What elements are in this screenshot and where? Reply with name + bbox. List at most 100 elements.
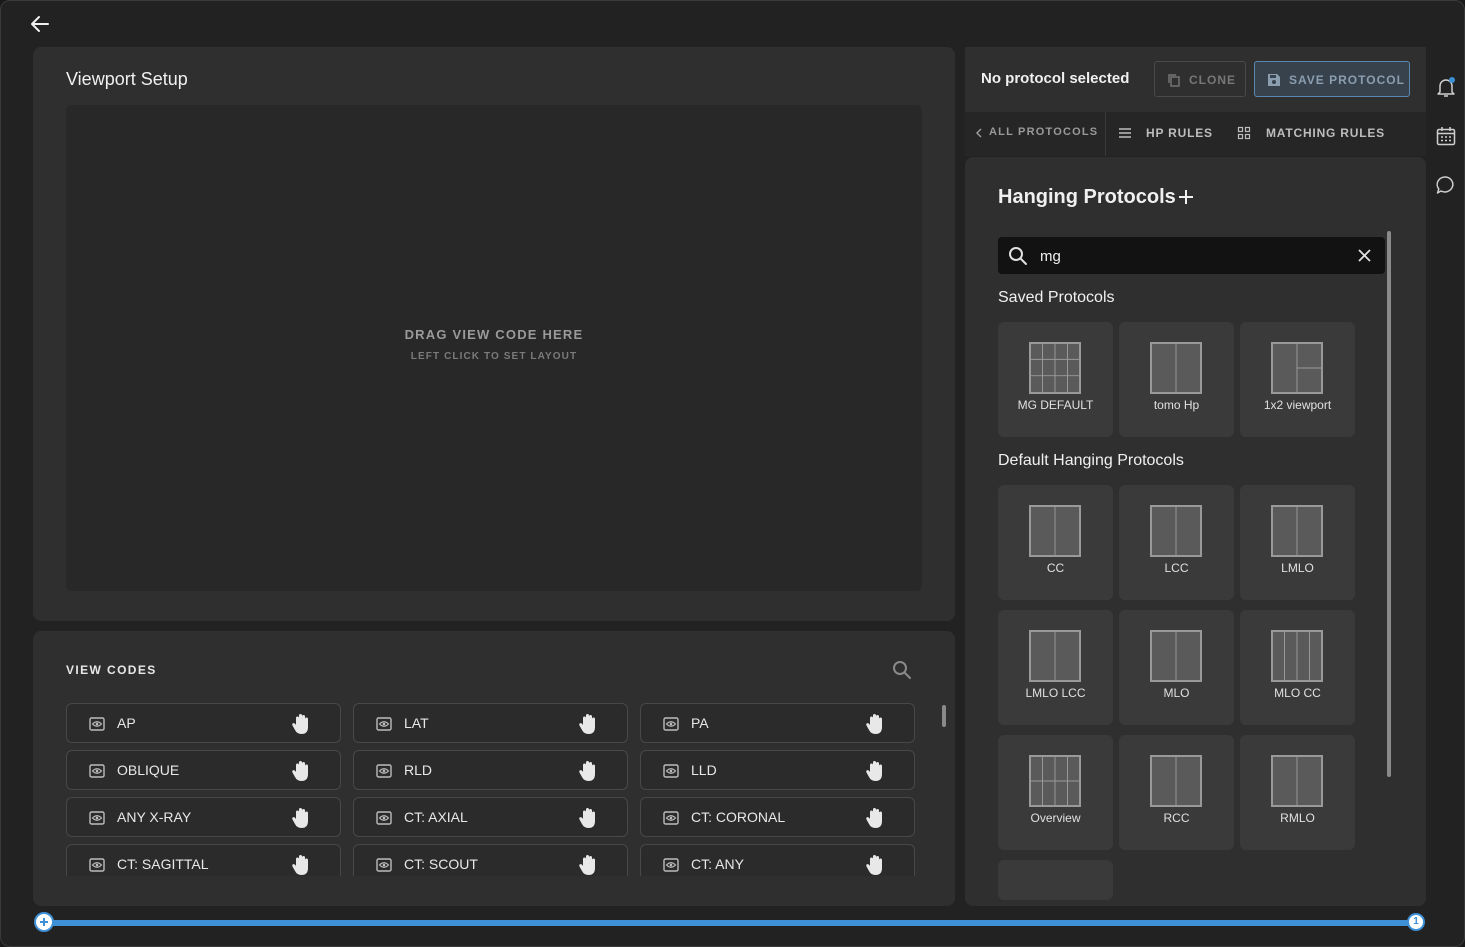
copy-icon bbox=[1168, 74, 1180, 87]
clone-button[interactable]: CLONE bbox=[1154, 61, 1246, 97]
app-window: Viewport Setup DRAG VIEW CODE HERE LEFT … bbox=[0, 0, 1465, 947]
protocol-card[interactable]: CC bbox=[998, 485, 1113, 600]
view-code-label: RLD bbox=[404, 762, 433, 778]
eye-icon bbox=[663, 858, 679, 872]
view-code-item[interactable]: CT: SCOUT bbox=[353, 844, 628, 876]
save-protocol-button[interactable]: SAVE PROTOCOL bbox=[1254, 61, 1410, 97]
eye-icon bbox=[663, 717, 679, 731]
protocol-card[interactable]: RCC bbox=[1119, 735, 1234, 850]
protocol-card[interactable]: LCC bbox=[1119, 485, 1234, 600]
protocol-name: LMLO bbox=[1281, 561, 1314, 575]
hand-icon[interactable] bbox=[290, 806, 312, 830]
view-code-item[interactable]: LLD bbox=[640, 750, 915, 790]
scrollbar[interactable] bbox=[1387, 231, 1391, 777]
protocol-card[interactable]: LMLO bbox=[1240, 485, 1355, 600]
protocol-card[interactable]: LMLO LCC bbox=[998, 610, 1113, 725]
eye-icon bbox=[376, 858, 392, 872]
eye-icon bbox=[89, 811, 105, 825]
view-code-item[interactable]: OBLIQUE bbox=[66, 750, 341, 790]
hand-icon[interactable] bbox=[290, 853, 312, 876]
tab-matching-rules[interactable]: MATCHING RULES bbox=[1231, 112, 1426, 156]
tab-all-protocols[interactable]: ALL PROTOCOLS bbox=[965, 112, 1106, 156]
layout-thumbnail-icon bbox=[1029, 630, 1081, 682]
hand-icon[interactable] bbox=[577, 759, 599, 783]
chat-icon[interactable] bbox=[1435, 174, 1457, 196]
layout-thumbnail-icon bbox=[1029, 505, 1081, 557]
viewport-setup-panel: Viewport Setup DRAG VIEW CODE HERE LEFT … bbox=[33, 47, 955, 621]
grid-icon bbox=[1237, 126, 1251, 140]
view-code-item[interactable]: CT: CORONAL bbox=[640, 797, 915, 837]
view-code-item[interactable]: LAT bbox=[353, 703, 628, 743]
timeline-slider-track[interactable] bbox=[45, 920, 1416, 926]
view-code-item[interactable]: ANY X-RAY bbox=[66, 797, 341, 837]
layout-thumbnail-icon bbox=[1150, 755, 1202, 807]
protocol-card[interactable]: tomo Hp bbox=[1119, 322, 1234, 437]
view-code-label: OBLIQUE bbox=[117, 762, 180, 778]
protocol-card[interactable] bbox=[998, 860, 1113, 900]
protocol-name: MLO CC bbox=[1274, 686, 1321, 700]
tab-label: ALL PROTOCOLS bbox=[989, 126, 1099, 138]
view-code-item[interactable]: PA bbox=[640, 703, 915, 743]
search-input[interactable] bbox=[1038, 243, 1342, 269]
close-icon[interactable] bbox=[1358, 249, 1371, 262]
protocol-name: LMLO LCC bbox=[1025, 686, 1086, 700]
view-code-item[interactable]: RLD bbox=[353, 750, 628, 790]
panel-title: Viewport Setup bbox=[66, 69, 188, 89]
protocol-name: MLO bbox=[1163, 686, 1190, 700]
protocol-card[interactable]: 1x2 viewport bbox=[1240, 322, 1355, 437]
eye-icon bbox=[376, 764, 392, 778]
protocol-name: Overview bbox=[1030, 811, 1081, 825]
layout-thumbnail-icon bbox=[1150, 630, 1202, 682]
view-code-item[interactable]: AP bbox=[66, 703, 341, 743]
view-codes-panel: VIEW CODES AP LAT PA OBLIQUE RLD LLD ANY X-RAY… bbox=[33, 631, 955, 906]
protocol-card[interactable]: Overview bbox=[998, 735, 1113, 850]
view-code-label: CT: CORONAL bbox=[691, 809, 786, 825]
hand-icon[interactable] bbox=[864, 853, 886, 876]
hand-icon[interactable] bbox=[577, 712, 599, 736]
back-arrow-icon[interactable] bbox=[29, 13, 51, 35]
calendar-icon[interactable] bbox=[1435, 125, 1457, 147]
view-codes-title: VIEW CODES bbox=[66, 663, 157, 677]
drop-zone-title: DRAG VIEW CODE HERE bbox=[404, 327, 584, 342]
layout-thumbnail-icon bbox=[1150, 505, 1202, 557]
layout-thumbnail-icon bbox=[1271, 505, 1323, 557]
protocol-card[interactable]: MG DEFAULT bbox=[998, 322, 1113, 437]
scrollbar[interactable] bbox=[942, 705, 946, 727]
eye-icon bbox=[376, 717, 392, 731]
search-icon[interactable] bbox=[891, 659, 913, 681]
view-code-label: CT: AXIAL bbox=[404, 809, 468, 825]
hand-icon[interactable] bbox=[864, 712, 886, 736]
save-protocol-label: SAVE PROTOCOL bbox=[1289, 73, 1405, 87]
tab-hp-rules[interactable]: HP RULES bbox=[1106, 112, 1231, 156]
layout-thumbnail-icon bbox=[1150, 342, 1202, 394]
protocol-card[interactable]: RMLO bbox=[1240, 735, 1355, 850]
view-code-label: LAT bbox=[404, 715, 429, 731]
viewport-drop-zone[interactable]: DRAG VIEW CODE HERE LEFT CLICK TO SET LA… bbox=[66, 105, 922, 591]
eye-icon bbox=[89, 717, 105, 731]
slider-add-handle[interactable] bbox=[34, 912, 54, 932]
bell-icon[interactable] bbox=[1435, 76, 1457, 98]
view-code-item[interactable]: CT: ANY bbox=[640, 844, 915, 876]
hand-icon[interactable] bbox=[290, 759, 312, 783]
protocol-name: CC bbox=[1046, 561, 1065, 575]
eye-icon bbox=[663, 764, 679, 778]
protocol-card[interactable]: MLO bbox=[1119, 610, 1234, 725]
layout-thumbnail-icon bbox=[1271, 342, 1323, 394]
hand-icon[interactable] bbox=[864, 806, 886, 830]
slider-end-handle[interactable]: 1 bbox=[1407, 913, 1425, 931]
hand-icon[interactable] bbox=[577, 806, 599, 830]
hand-icon[interactable] bbox=[864, 759, 886, 783]
hanging-protocols-panel: Hanging Protocols Saved Protocols MG DEF… bbox=[965, 157, 1426, 906]
protocol-name: RCC bbox=[1163, 811, 1190, 825]
plus-icon[interactable] bbox=[1177, 188, 1195, 206]
protocol-name: tomo Hp bbox=[1153, 398, 1200, 412]
view-code-item[interactable]: CT: SAGITTAL bbox=[66, 844, 341, 876]
hand-icon[interactable] bbox=[577, 853, 599, 876]
hand-icon[interactable] bbox=[290, 712, 312, 736]
saved-protocols-label: Saved Protocols bbox=[998, 289, 1115, 306]
protocol-card[interactable]: MLO CC bbox=[1240, 610, 1355, 725]
eye-icon bbox=[89, 858, 105, 872]
protocol-name: MG DEFAULT bbox=[1017, 398, 1094, 412]
view-code-item[interactable]: CT: AXIAL bbox=[353, 797, 628, 837]
chevron-left-icon bbox=[975, 128, 982, 138]
